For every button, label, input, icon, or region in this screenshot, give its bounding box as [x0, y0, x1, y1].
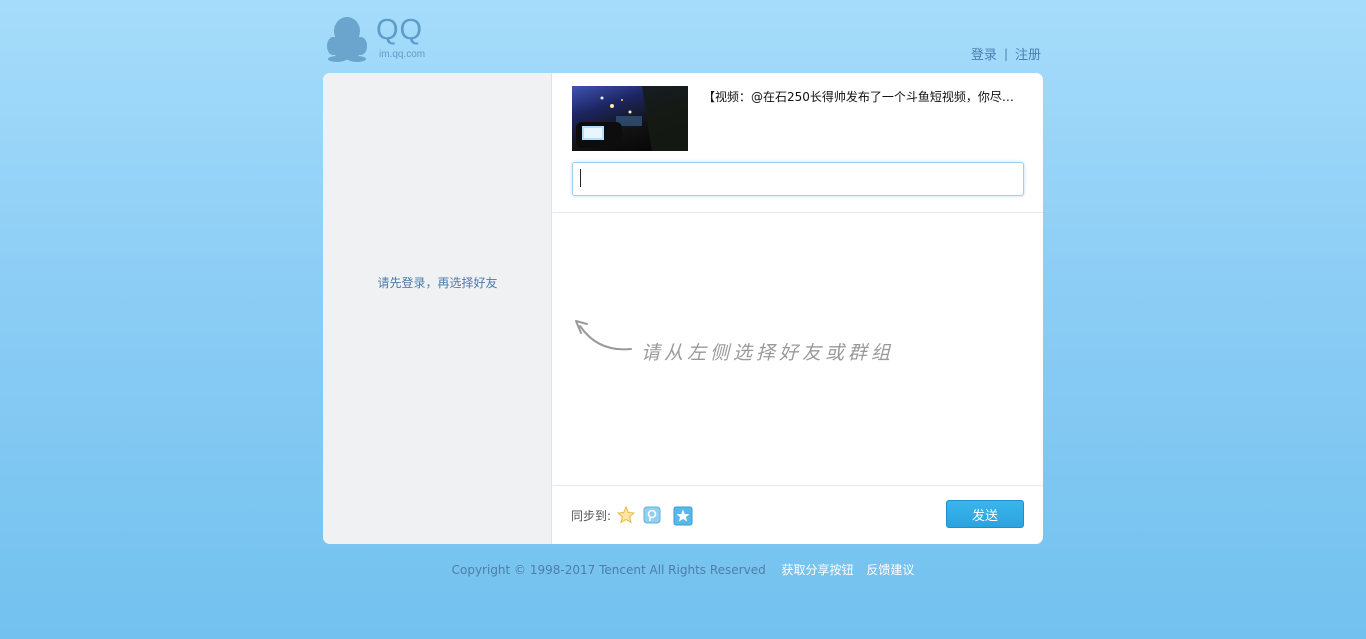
- qzone-icon[interactable]: [643, 506, 661, 524]
- send-button[interactable]: 发送: [946, 500, 1024, 528]
- top-links: 登录 | 注册: [971, 44, 1041, 64]
- hint-text: 请从左侧选择好友或群组: [641, 342, 895, 364]
- link-separator: |: [1003, 46, 1008, 61]
- bottom-bar: 同步到: 发送: [553, 485, 1043, 544]
- favorite-icon[interactable]: [673, 506, 693, 526]
- penguin-icon: [327, 17, 367, 62]
- share-pane: 【视频：@在石250长得帅发布了一个斗鱼短视频，你尽管点开，不好看算我输！ 请从…: [553, 73, 1043, 544]
- friend-list-pane: 请先登录，再选择好友: [323, 73, 552, 544]
- get-share-button-link[interactable]: 获取分享按钮: [782, 563, 854, 577]
- star-icon[interactable]: [616, 505, 636, 524]
- thumbnail-image: [572, 86, 688, 151]
- curved-arrow-icon: [575, 320, 632, 351]
- login-link[interactable]: 登录: [971, 44, 997, 63]
- qq-logo[interactable]: QQ im.qq.com: [326, 16, 446, 64]
- copyright-text: Copyright © 1998-2017 Tencent All Rights…: [451, 563, 766, 577]
- footer: Copyright © 1998-2017 Tencent All Rights…: [0, 561, 1366, 578]
- select-friend-hint: 请从左侧选择好友或群组: [553, 214, 1043, 485]
- logo-subtitle: im.qq.com: [379, 49, 426, 60]
- login-hint: 请先登录，再选择好友: [377, 276, 498, 290]
- video-thumbnail[interactable]: [572, 86, 688, 151]
- text-caret: [580, 169, 581, 187]
- feedback-link[interactable]: 反馈建议: [866, 563, 914, 577]
- share-content: 【视频：@在石250长得帅发布了一个斗鱼短视频，你尽管点开，不好看算我输！: [553, 73, 1043, 213]
- sync-label: 同步到:: [571, 509, 612, 523]
- register-link[interactable]: 注册: [1015, 44, 1041, 63]
- share-panel: 请先登录，再选择好友 【视频：@在石250长得帅发布了一个斗鱼短视频，你尽管点 …: [323, 73, 1043, 544]
- share-title[interactable]: 【视频：@在石250长得帅发布了一个斗鱼短视频，你尽管点开，不好看算我输！: [703, 88, 1025, 106]
- comment-input[interactable]: [572, 162, 1024, 196]
- logo-title: QQ: [376, 14, 424, 46]
